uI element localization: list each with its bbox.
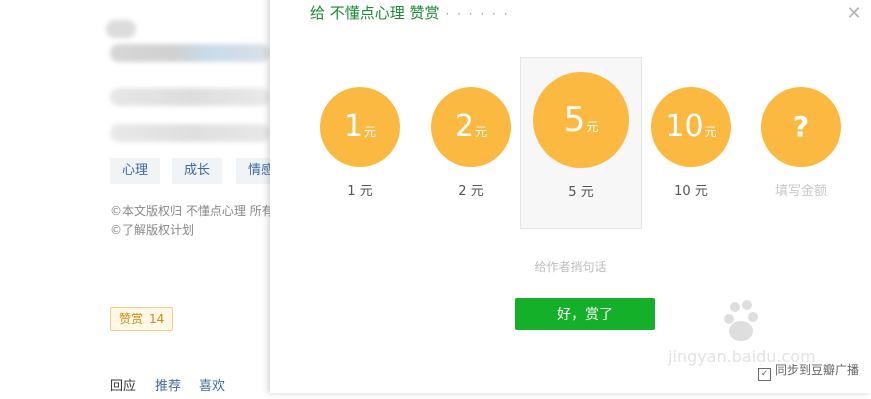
tag-psychology[interactable]: 心理 bbox=[110, 158, 161, 184]
coin-icon: 2元 bbox=[431, 87, 511, 167]
amount-option-10[interactable]: 10元 10 元 bbox=[641, 57, 741, 229]
checkbox-checked-icon[interactable]: ✓ bbox=[758, 368, 771, 381]
dialog-title: 给 不懂点心理 赞赏 · · · · · · bbox=[310, 2, 510, 23]
coin-icon: 1元 bbox=[320, 87, 400, 167]
like-link[interactable]: 喜欢 bbox=[199, 375, 225, 394]
close-icon[interactable]: ✕ bbox=[846, 5, 862, 23]
blurred-body-text bbox=[110, 124, 270, 142]
copyright-notice: ©本文版权归 不懂点心理 所有 bbox=[110, 204, 274, 218]
amount-unit: 元 bbox=[586, 120, 599, 134]
recommend-link[interactable]: 推荐 bbox=[155, 375, 181, 394]
amount-value: 1 bbox=[343, 109, 364, 144]
amount-option-2[interactable]: 2元 2 元 bbox=[421, 57, 521, 229]
amount-label: 1 元 bbox=[347, 184, 373, 199]
sync-broadcast-option[interactable]: ✓ 同步到豆瓣广播 bbox=[758, 361, 859, 381]
amount-value: 2 bbox=[454, 109, 475, 144]
reply-link[interactable]: 回应 bbox=[110, 375, 136, 394]
amount-unit: 元 bbox=[704, 125, 717, 139]
reward-count-badge[interactable]: 赞赏 14 bbox=[110, 307, 174, 331]
amount-value: 5 bbox=[563, 100, 586, 140]
custom-amount-symbol: ? bbox=[792, 110, 810, 143]
question-mark-icon: ? bbox=[761, 87, 841, 167]
copyright-plan-link[interactable]: ©了解版权计划 bbox=[110, 221, 194, 238]
amount-label: 5 元 bbox=[568, 185, 594, 200]
message-input[interactable]: 给作者捎句话 bbox=[270, 258, 871, 275]
amount-option-1[interactable]: 1元 1 元 bbox=[310, 57, 410, 229]
confirm-reward-button[interactable]: 好，赏了 bbox=[515, 298, 655, 330]
reward-badge-count: 14 bbox=[149, 312, 165, 326]
blurred-title-text bbox=[106, 20, 136, 38]
baidu-logo-icon bbox=[724, 300, 758, 341]
amount-value: 10 bbox=[665, 109, 704, 144]
amount-label: 10 元 bbox=[674, 184, 708, 199]
sync-broadcast-label: 同步到豆瓣广播 bbox=[775, 363, 860, 377]
blurred-body-text bbox=[110, 88, 270, 106]
reward-dialog: 给 不懂点心理 赞赏 · · · · · · ✕ 1元 1 元 2元 2 元 5元… bbox=[270, 0, 871, 393]
amount-label: 2 元 bbox=[458, 184, 484, 199]
custom-amount-label: 填写金额 bbox=[774, 184, 827, 199]
tag-growth[interactable]: 成长 bbox=[172, 158, 223, 184]
dialog-title-text: 给 不懂点心理 赞赏 bbox=[310, 4, 440, 22]
coin-icon: 10元 bbox=[651, 87, 731, 167]
reward-badge-label: 赞赏 bbox=[119, 312, 144, 326]
baidu-jingyan-watermark: jingyan.baidu.com bbox=[665, 297, 833, 366]
amount-unit: 元 bbox=[364, 125, 377, 139]
amount-option-custom[interactable]: ? 填写金额 bbox=[751, 57, 851, 229]
dialog-title-dots: · · · · · · bbox=[445, 7, 510, 21]
amount-unit: 元 bbox=[475, 125, 488, 139]
blurred-title-text bbox=[110, 44, 270, 62]
coin-icon: 5元 bbox=[533, 72, 629, 168]
amount-option-5[interactable]: 5元 5 元 bbox=[520, 57, 642, 229]
